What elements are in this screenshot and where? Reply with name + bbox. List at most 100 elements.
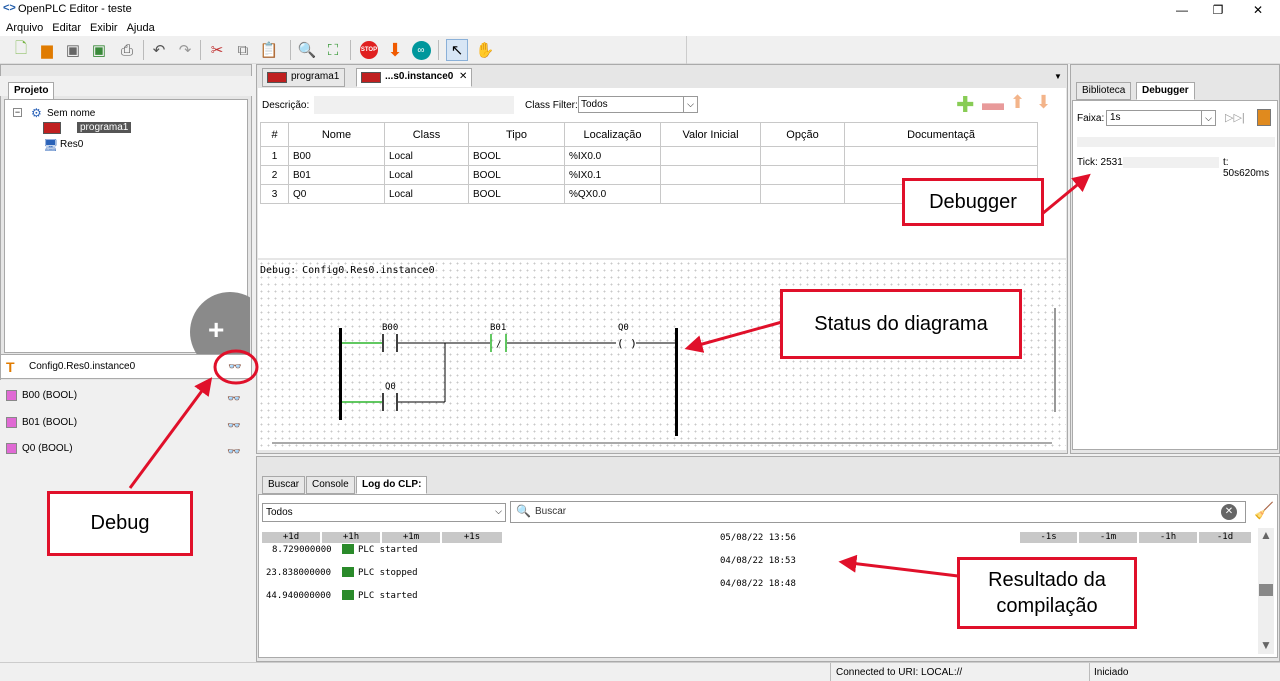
minus-1h-button[interactable]: -1h: [1139, 532, 1197, 543]
menu-exibir[interactable]: Exibir: [84, 20, 121, 34]
watch-b00-icon[interactable]: 👓: [227, 392, 241, 405]
log-icon: [342, 567, 354, 577]
close-tab-icon[interactable]: ✕: [459, 71, 467, 82]
tab-log-clp[interactable]: Log do CLP:: [356, 476, 428, 494]
copy-icon[interactable]: ⧉: [232, 39, 254, 61]
debug-glasses-icon[interactable]: 👓: [228, 360, 242, 373]
collapse-icon[interactable]: −: [13, 108, 22, 117]
skip-forward-icon[interactable]: ▷▷|: [1225, 111, 1245, 124]
coil-q0: ( ): [617, 337, 637, 350]
variable-item[interactable]: B01 (BOOL): [6, 417, 77, 428]
tab-biblioteca[interactable]: Biblioteca: [1076, 82, 1132, 100]
clear-log-icon[interactable]: 🧹: [1254, 501, 1274, 521]
remove-var-icon[interactable]: ▬: [982, 92, 1004, 114]
search-icon: 🔍: [516, 504, 531, 518]
restore-icon[interactable]: ❐: [1206, 2, 1230, 18]
chevron-down-icon: ⌵: [683, 96, 697, 113]
cut-icon[interactable]: ✂: [206, 39, 228, 61]
add-icon[interactable]: +: [208, 314, 224, 346]
close-icon[interactable]: ✕: [1246, 2, 1270, 18]
paste-icon[interactable]: 📋: [258, 39, 280, 61]
menu-arquivo[interactable]: Arquivo: [0, 20, 46, 34]
scroll-thumb[interactable]: [1259, 584, 1273, 596]
description-field[interactable]: [314, 96, 514, 114]
tab-console[interactable]: Console: [306, 476, 355, 494]
save-as-icon[interactable]: ▣: [88, 39, 110, 61]
col-header[interactable]: Localização: [564, 122, 661, 147]
minimize-icon[interactable]: —: [1170, 2, 1194, 18]
callout-debug: Debug: [47, 491, 193, 556]
minus-1m-button[interactable]: -1m: [1079, 532, 1137, 543]
menu-bar: Arquivo Editar Exibir Ajuda: [0, 20, 1280, 36]
variable-item[interactable]: Q0 (BOOL): [6, 443, 73, 454]
tab-instance[interactable]: ...s0.instance0 ✕: [356, 68, 473, 87]
move-down-icon[interactable]: ⬇: [1036, 92, 1051, 113]
stop-plc-icon[interactable]: STOP: [358, 39, 380, 61]
col-header[interactable]: Valor Inicial: [660, 122, 761, 147]
tree-root[interactable]: Sem nome: [47, 108, 95, 119]
scroll-up-icon[interactable]: ▲: [1260, 528, 1272, 542]
print-icon[interactable]: ⎙: [116, 39, 138, 61]
redo-icon[interactable]: ↷: [174, 39, 196, 61]
contact-q0-label: Q0: [385, 382, 396, 392]
plc-state: Iniciado: [1094, 667, 1129, 678]
menu-editar[interactable]: Editar: [46, 20, 84, 34]
timeline-slider[interactable]: [1077, 137, 1275, 147]
tab-debugger[interactable]: Debugger: [1136, 82, 1195, 100]
add-var-icon[interactable]: ✚: [956, 94, 974, 116]
log-filter-select[interactable]: Todos ⌵: [262, 503, 506, 522]
tab-programa1[interactable]: programa1: [262, 68, 346, 87]
scroll-down-icon[interactable]: ▼: [1260, 638, 1272, 652]
range-select[interactable]: 1s ⌵: [1106, 110, 1216, 126]
plus-1d-button[interactable]: +1d: [262, 532, 320, 543]
clear-search-icon[interactable]: ✕: [1221, 504, 1237, 520]
callout-compile-result: Resultado da compilação: [957, 557, 1137, 629]
col-header[interactable]: Nome: [288, 122, 385, 147]
move-up-icon[interactable]: ⬆: [1010, 92, 1025, 113]
search-box[interactable]: 🔍 Buscar ✕: [510, 501, 1246, 523]
undo-icon[interactable]: ↶: [148, 39, 170, 61]
pointer-icon[interactable]: ↖: [446, 39, 468, 61]
tab-buscar[interactable]: Buscar: [262, 476, 306, 494]
save-icon[interactable]: ▣: [62, 39, 84, 61]
menu-ajuda[interactable]: Ajuda: [121, 20, 158, 34]
plus-1h-button[interactable]: +1h: [322, 532, 380, 543]
tree-program[interactable]: programa1: [77, 122, 132, 133]
tab-menu-icon[interactable]: ▼: [1054, 72, 1062, 81]
log-scrollbar[interactable]: ▲ ▼: [1258, 528, 1274, 654]
col-header[interactable]: #: [260, 122, 289, 147]
class-filter-select[interactable]: Todos ⌵: [578, 96, 698, 113]
minus-1s-button[interactable]: -1s: [1020, 532, 1077, 543]
open-folder-icon[interactable]: ▆: [36, 39, 58, 61]
minus-1d-button[interactable]: -1d: [1199, 532, 1251, 543]
instance-icon: T: [6, 359, 15, 375]
col-header[interactable]: Tipo: [468, 122, 565, 147]
new-file-icon[interactable]: 🗋: [10, 39, 32, 61]
watch-b01-icon[interactable]: 👓: [227, 419, 241, 432]
fullscreen-icon[interactable]: ⛶: [322, 39, 344, 61]
plus-1m-button[interactable]: +1m: [382, 532, 440, 543]
tree-resource[interactable]: Res0: [60, 139, 83, 150]
col-header[interactable]: Documentaçã: [844, 122, 1038, 147]
connection-status: Connected to URI: LOCAL://: [836, 667, 963, 678]
hand-icon[interactable]: ✋: [474, 39, 496, 61]
right-power-rail: [675, 328, 678, 436]
variable-item[interactable]: B00 (BOOL): [6, 390, 77, 401]
find-icon[interactable]: 🔍: [296, 39, 318, 61]
description-label: Descrição:: [262, 100, 310, 111]
col-header[interactable]: Class: [384, 122, 469, 147]
title-bar: <> OpenPLC Editor - teste — ❐ ✕: [0, 0, 1280, 20]
callout-status-diagram: Status do diagrama: [780, 289, 1022, 359]
project-icon: ⚙: [31, 106, 42, 120]
tab-projeto[interactable]: Projeto: [8, 82, 55, 100]
instance-header: T Config0.Res0.instance0 👓: [0, 354, 252, 379]
download-icon[interactable]: ⬇: [384, 39, 406, 61]
arduino-icon[interactable]: ∞: [410, 39, 432, 61]
table-row[interactable]: 1 B00 Local BOOL %IX0.0: [260, 146, 1038, 166]
export-icon[interactable]: [1257, 109, 1271, 126]
plus-1s-button[interactable]: +1s: [442, 532, 502, 543]
watch-q0-icon[interactable]: 👓: [227, 445, 241, 458]
search-input[interactable]: Buscar: [535, 506, 566, 517]
col-header[interactable]: Opção: [760, 122, 845, 147]
tick-label: Tick: 2531: [1077, 157, 1123, 168]
